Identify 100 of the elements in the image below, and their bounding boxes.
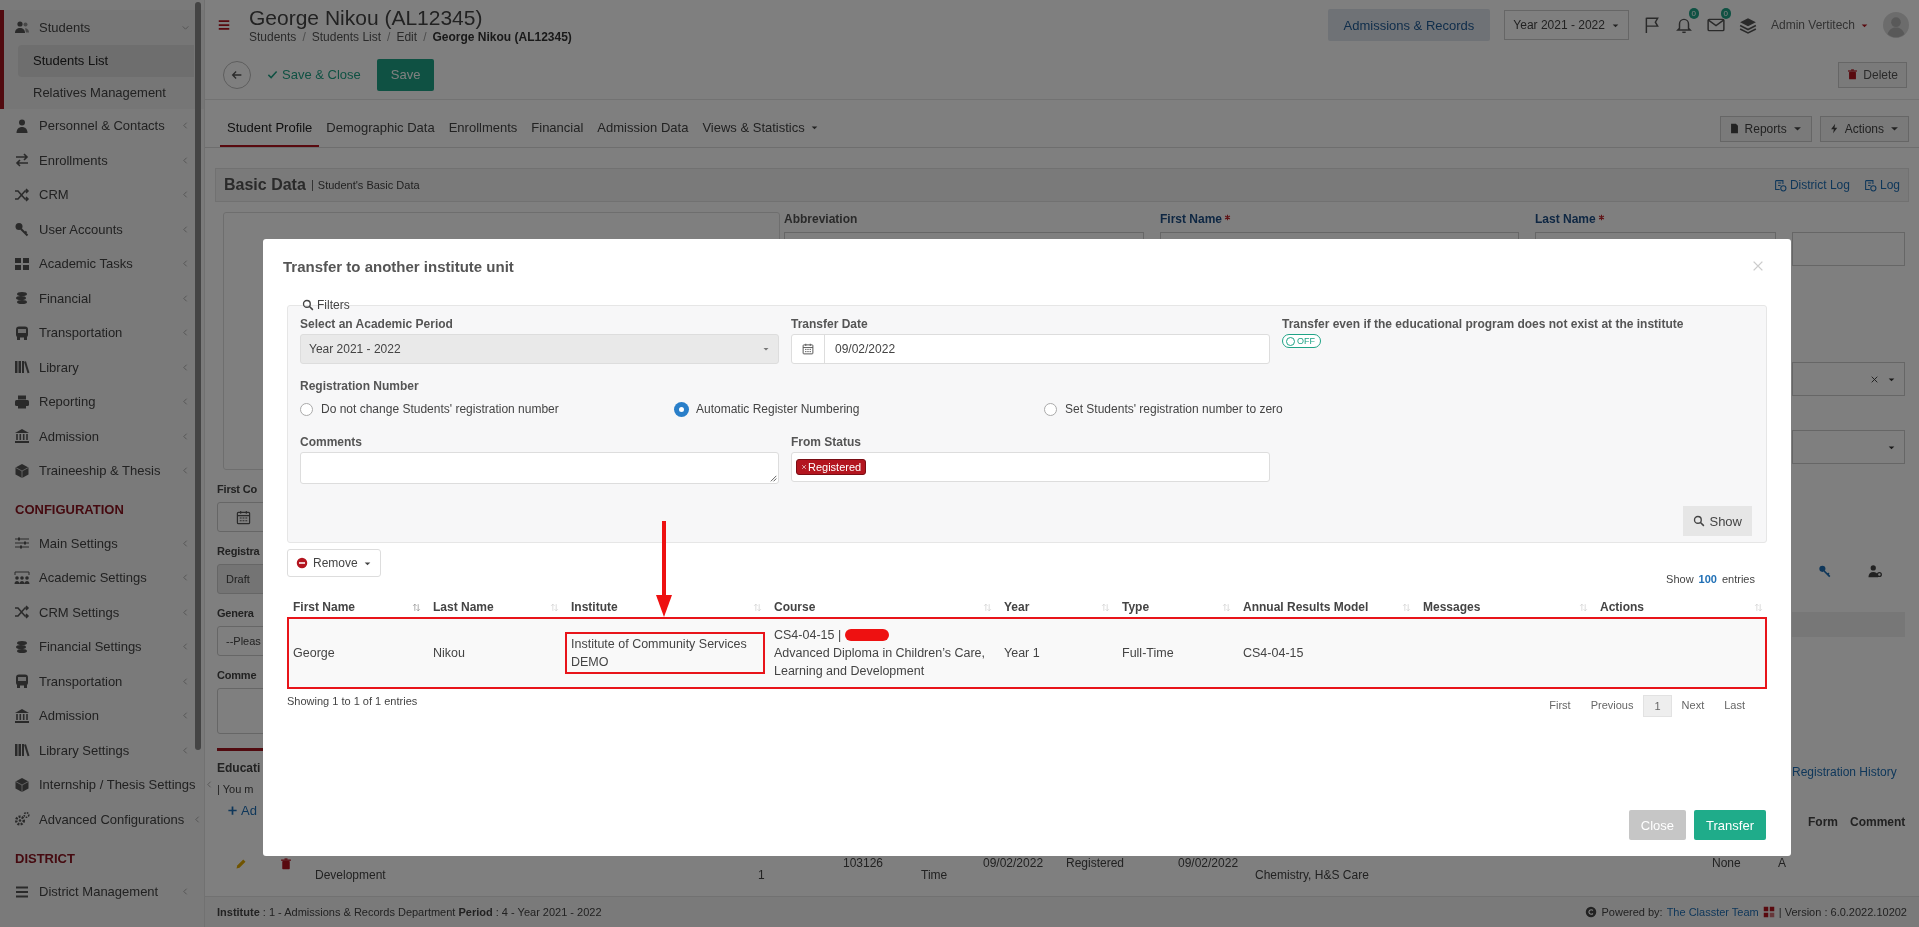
chevron-left-icon [181,431,190,441]
page-link[interactable]: First [1539,695,1581,717]
table-cell-text: None [1712,855,1741,870]
radio-option[interactable]: Automatic Register Numbering [675,402,1044,416]
calendar-icon [236,509,251,525]
mail-icon[interactable] [1706,16,1725,34]
breadcrumb-link[interactable]: Students [249,30,297,44]
powered-text: Powered by: [1601,906,1663,918]
column-header[interactable]: Actions [1594,597,1769,617]
table-info: Showing 1 to 1 of 1 entries [287,695,418,707]
status-tag[interactable]: Registered [796,459,867,475]
table-cell: Chemistry, H&S Care [1255,868,1369,882]
status-field[interactable]: Registered [791,452,1270,482]
breadcrumb-separator: / [387,30,391,44]
column-header[interactable]: Messages [1417,597,1594,617]
show-button[interactable]: Show [1683,506,1752,536]
breadcrumb-separator: / [423,30,427,44]
sidebar-item[interactable]: Internship / Thesis Settings [0,767,204,802]
table-cell-text: 103126 [843,855,884,870]
scroll-bar[interactable] [195,2,201,750]
breadcrumb-link[interactable]: Edit [396,30,418,44]
select-field[interactable] [1792,430,1905,464]
module-button[interactable]: Admissions & Records [1327,9,1491,41]
key-icon[interactable] [1818,564,1832,578]
page-link[interactable]: Next [1671,695,1715,717]
menu-icon[interactable] [217,18,231,32]
year-select[interactable]: Year 2021 - 2022 [1504,10,1629,40]
column-header[interactable]: Institute [565,597,768,617]
cube-icon [14,776,30,793]
page-link[interactable]: 1 [1643,695,1672,717]
field-label: First Name [1160,212,1232,228]
remove-icon[interactable] [801,464,807,470]
bus-icon [14,324,30,341]
toggle-switch[interactable]: OFF [1282,334,1321,348]
logo-icon [1762,906,1775,918]
radio-option[interactable]: Set Students' registration number to zero [1044,402,1283,416]
column-header[interactable]: Course [768,597,998,617]
table-cell-text: 09/02/2022 [1178,855,1239,870]
sidebar-item[interactable]: District Management [0,874,204,909]
chevron-left-icon [181,293,190,303]
sidebar-heading: CONFIGURATION [14,501,125,519]
save-close-button[interactable]: Save & Close [261,66,367,83]
sidebar-item[interactable]: Students [4,10,204,45]
minus-circle-icon [296,557,308,569]
save-button[interactable]: Save [376,58,435,91]
page-length-select[interactable]: 100 [1698,573,1717,585]
sort-icon [1222,602,1231,612]
sort-icon [1579,602,1588,612]
chevron-left-icon [181,190,190,200]
pencil-icon[interactable] [235,858,247,870]
radio-option[interactable]: Do not change Students' registration number [300,402,675,416]
column-header[interactable]: First Name [287,597,427,617]
field-label: First Co [217,482,257,496]
bell-icon[interactable] [1674,16,1693,34]
tab[interactable]: Admission Data [590,110,696,147]
log-link[interactable]: District Log [1773,178,1850,192]
log-link[interactable]: Log [1863,178,1900,192]
sidebar-subitem[interactable]: Students List [18,44,194,77]
search-icon [302,299,314,311]
comments-field[interactable] [300,452,779,484]
tab[interactable]: Student Profile [220,110,320,147]
add-link[interactable]: Ad [227,803,257,818]
table-cell: Institute of Community Services DEMO [571,637,747,669]
remove-button[interactable]: Remove [287,549,381,577]
tab[interactable]: Demographic Data [319,110,442,147]
dropdown-button[interactable]: Actions [1819,115,1909,142]
delete-button[interactable]: Delete [1838,61,1907,88]
sort-icon [1101,602,1110,612]
avatar[interactable] [1883,12,1909,38]
user-settings-icon[interactable] [1868,564,1882,578]
column-header[interactable]: Last Name [427,597,565,617]
breadcrumb-link[interactable]: Students List [311,30,382,44]
shuffle-icon [14,186,30,203]
chevron-left-icon [181,224,190,234]
tab[interactable]: Enrollments [441,110,525,147]
column-header[interactable]: Year [998,597,1116,617]
history-link[interactable]: Registration History [1792,765,1897,780]
date-field[interactable]: 09/02/2022 [791,334,1270,364]
layers-icon[interactable] [1738,16,1757,34]
tab[interactable]: Views & Statistics [695,110,826,147]
back-button[interactable] [223,60,251,89]
dropdown-button[interactable]: Reports [1719,115,1812,142]
filters-legend: Filters [317,297,350,313]
column-header[interactable]: Type [1116,597,1237,617]
sidebar-subitem[interactable]: Relatives Management [18,76,194,109]
column-header[interactable]: Annual Results Model [1237,597,1417,617]
sidebar-item[interactable]: Advanced Configurations [0,802,204,837]
field-label: Comme [217,668,257,682]
version-text: | Version : 6.0.2022.10202 [1778,906,1907,918]
team-link[interactable]: The Classter Team [1666,906,1759,918]
user-menu[interactable]: Admin Vertitech [1770,18,1869,32]
select-field[interactable] [1792,362,1905,396]
page-link[interactable]: Last [1714,695,1755,717]
trash-icon[interactable] [280,858,292,870]
chevron-left-icon [181,155,190,165]
tab[interactable]: Financial [524,110,591,147]
transfer-button[interactable]: Transfer [1694,810,1766,840]
input-field[interactable] [1792,232,1905,266]
chevron-left-icon [181,573,190,583]
page-link[interactable]: Previous [1580,695,1644,717]
